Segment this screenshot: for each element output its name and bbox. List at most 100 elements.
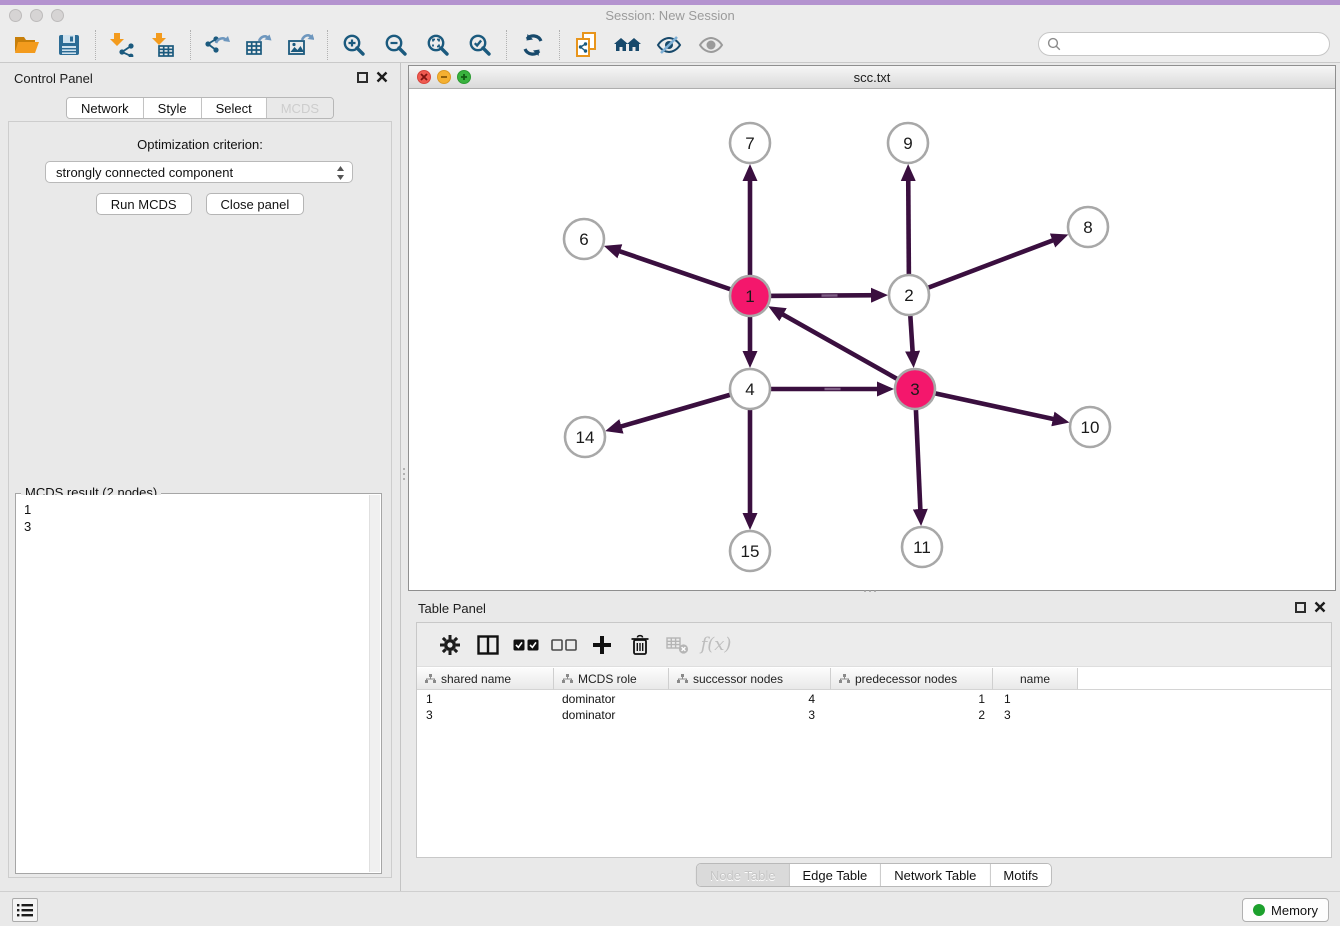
table-cell[interactable]: 3 bbox=[669, 708, 831, 722]
delete-table-icon bbox=[666, 635, 690, 655]
graph-node-2[interactable]: 2 bbox=[889, 275, 929, 315]
deselect-all-button[interactable] bbox=[545, 628, 583, 662]
delete-columns-button[interactable] bbox=[621, 628, 659, 662]
tab-select[interactable]: Select bbox=[202, 98, 267, 118]
close-panel-button[interactable]: Close panel bbox=[206, 193, 305, 215]
column-header-label: successor nodes bbox=[693, 672, 783, 686]
graph-node-14[interactable]: 14 bbox=[565, 417, 605, 457]
column-header-name[interactable]: name bbox=[993, 668, 1078, 690]
table-cell[interactable]: dominator bbox=[554, 708, 669, 722]
tab-network-table[interactable]: Network Table bbox=[881, 864, 990, 886]
float-panel-icon[interactable] bbox=[1295, 602, 1306, 613]
create-column-button[interactable] bbox=[583, 628, 621, 662]
graph-node-10[interactable]: 10 bbox=[1070, 407, 1110, 447]
graph-node-7[interactable]: 7 bbox=[730, 123, 770, 163]
show-selected-button[interactable] bbox=[691, 29, 733, 61]
horizontal-split-handle[interactable] bbox=[856, 588, 884, 594]
run-mcds-button[interactable]: Run MCDS bbox=[96, 193, 192, 215]
import-network-icon bbox=[109, 33, 135, 57]
plus-icon bbox=[592, 635, 612, 655]
result-scrollbar[interactable] bbox=[369, 495, 380, 872]
export-network-button[interactable] bbox=[196, 29, 238, 61]
graph-node-4[interactable]: 4 bbox=[730, 369, 770, 409]
control-panel-tabs: Network Style Select MCDS bbox=[66, 97, 334, 119]
network-window-titlebar[interactable]: scc.txt bbox=[409, 66, 1335, 89]
graph-edge-3-10[interactable] bbox=[915, 389, 1064, 421]
save-session-button[interactable] bbox=[48, 29, 90, 61]
open-session-button[interactable] bbox=[6, 29, 48, 61]
close-panel-icon[interactable] bbox=[376, 71, 388, 83]
graph-node-6[interactable]: 6 bbox=[564, 219, 604, 259]
graph-edge-4-14[interactable] bbox=[611, 389, 750, 429]
apply-layout-button[interactable] bbox=[512, 29, 554, 61]
table-cell[interactable]: 2 bbox=[831, 708, 993, 722]
zoom-fit-button[interactable] bbox=[417, 29, 459, 61]
tab-network[interactable]: Network bbox=[67, 98, 144, 118]
criterion-dropdown[interactable]: strongly connected component bbox=[45, 161, 353, 183]
graph-node-1[interactable]: 1 bbox=[730, 276, 770, 316]
format-columns-button[interactable] bbox=[469, 628, 507, 662]
table-cell[interactable]: 1 bbox=[993, 692, 1078, 706]
node-label: 4 bbox=[745, 380, 754, 399]
graph-node-15[interactable]: 15 bbox=[730, 531, 770, 571]
mcds-tab-content: Optimization criterion: strongly connect… bbox=[8, 121, 392, 878]
node-label: 3 bbox=[910, 380, 919, 399]
graph-node-11[interactable]: 11 bbox=[902, 527, 942, 567]
close-panel-icon[interactable] bbox=[1314, 601, 1326, 613]
zoom-selected-button[interactable] bbox=[459, 29, 501, 61]
table-mode-button[interactable] bbox=[431, 628, 469, 662]
zoom-selected-icon bbox=[468, 33, 492, 57]
table-cell[interactable]: 1 bbox=[417, 692, 554, 706]
network-graph[interactable]: 7 9 6 8 1 2 4 3 14 10 15 11 bbox=[409, 89, 1335, 591]
import-network-button[interactable] bbox=[101, 29, 143, 61]
gear-icon bbox=[439, 634, 461, 656]
function-builder-button[interactable]: f(x) bbox=[697, 628, 735, 662]
delete-table-button[interactable] bbox=[659, 628, 697, 662]
mcds-result-area[interactable]: 1 3 bbox=[17, 495, 380, 872]
network-canvas[interactable]: 7 9 6 8 1 2 4 3 14 10 15 11 bbox=[409, 89, 1335, 590]
zoom-in-button[interactable] bbox=[333, 29, 375, 61]
hide-selected-button[interactable] bbox=[649, 29, 691, 61]
graph-edge-2-8[interactable] bbox=[909, 237, 1063, 295]
clone-network-button[interactable] bbox=[565, 29, 607, 61]
column-header-predecessor-nodes[interactable]: predecessor nodes bbox=[831, 668, 993, 690]
table-cell[interactable]: 3 bbox=[417, 708, 554, 722]
tab-style[interactable]: Style bbox=[144, 98, 202, 118]
memory-status-icon bbox=[1253, 904, 1265, 916]
search-field[interactable] bbox=[1038, 32, 1330, 56]
tab-motifs[interactable]: Motifs bbox=[990, 864, 1051, 886]
column-header-successor-nodes[interactable]: successor nodes bbox=[669, 668, 831, 690]
graph-node-9[interactable]: 9 bbox=[888, 123, 928, 163]
export-network-icon bbox=[204, 33, 230, 57]
column-header-mcds-role[interactable]: MCDS role bbox=[554, 668, 669, 690]
show-task-history-button[interactable] bbox=[12, 898, 38, 922]
home-button[interactable] bbox=[607, 29, 649, 61]
column-header-label: shared name bbox=[441, 672, 511, 686]
mcds-buttons-row: Run MCDS Close panel bbox=[9, 193, 391, 215]
column-header-shared-name[interactable]: shared name bbox=[417, 668, 554, 690]
table-row[interactable]: 3dominator323 bbox=[417, 707, 1331, 723]
memory-label: Memory bbox=[1271, 903, 1318, 918]
select-all-button[interactable] bbox=[507, 628, 545, 662]
tab-edge-table[interactable]: Edge Table bbox=[789, 864, 881, 886]
graph-edge-1-6[interactable] bbox=[610, 248, 750, 296]
table-cell[interactable]: 4 bbox=[669, 692, 831, 706]
table-row[interactable]: 1dominator411 bbox=[417, 691, 1331, 707]
tab-node-table[interactable]: Node Table bbox=[697, 864, 790, 886]
import-table-button[interactable] bbox=[143, 29, 185, 61]
graph-node-3[interactable]: 3 bbox=[895, 369, 935, 409]
zoom-out-button[interactable] bbox=[375, 29, 417, 61]
export-image-button[interactable] bbox=[280, 29, 322, 61]
graph-edge-3-1[interactable] bbox=[774, 309, 915, 389]
table-cell[interactable]: 3 bbox=[993, 708, 1078, 722]
graph-node-8[interactable]: 8 bbox=[1068, 207, 1108, 247]
vertical-split-handle[interactable] bbox=[401, 460, 407, 488]
float-panel-icon[interactable] bbox=[357, 72, 368, 83]
export-table-button[interactable] bbox=[238, 29, 280, 61]
table-cell[interactable]: 1 bbox=[831, 692, 993, 706]
table-cell[interactable]: dominator bbox=[554, 692, 669, 706]
node-label: 1 bbox=[745, 287, 754, 306]
tab-mcds[interactable]: MCDS bbox=[267, 98, 333, 118]
memory-button[interactable]: Memory bbox=[1242, 898, 1329, 922]
search-input[interactable] bbox=[1065, 34, 1329, 54]
